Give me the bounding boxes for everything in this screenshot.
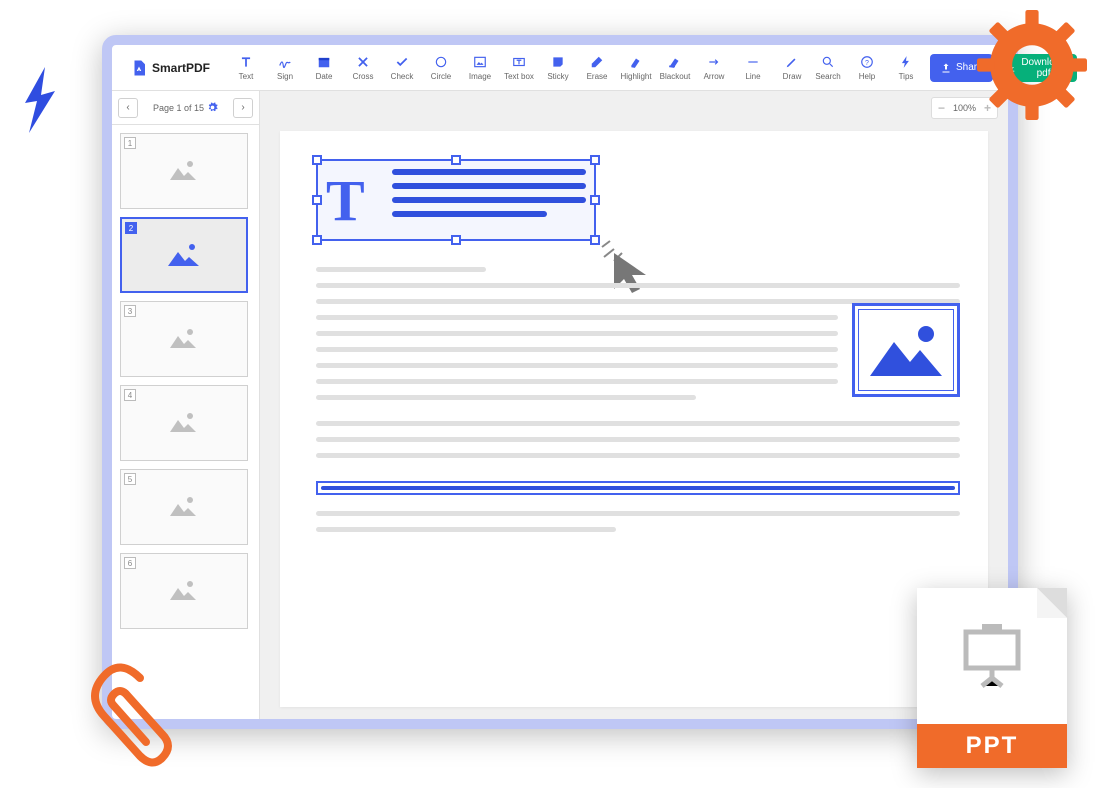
tool-highlight[interactable]: Highlight bbox=[618, 49, 654, 87]
resize-handle[interactable] bbox=[312, 155, 322, 165]
sign-icon bbox=[277, 54, 293, 70]
tool-textbox[interactable]: Text box bbox=[501, 49, 537, 87]
text-icon bbox=[238, 54, 254, 70]
page-nav: ‹ Page 1 of 15 › bbox=[112, 91, 259, 125]
selected-text-element[interactable]: T bbox=[316, 159, 596, 241]
pencil-icon bbox=[784, 54, 800, 70]
search-icon bbox=[820, 54, 836, 70]
tool-check[interactable]: Check bbox=[384, 49, 420, 87]
tool-erase[interactable]: Erase bbox=[579, 49, 615, 87]
tool-tips[interactable]: Tips bbox=[888, 49, 924, 87]
top-toolbar: SmartPDF Text Sign Date Cross Check Circ… bbox=[112, 45, 1008, 91]
resize-handle[interactable] bbox=[312, 235, 322, 245]
image-placeholder-icon bbox=[166, 578, 202, 604]
tool-blackout[interactable]: Blackout bbox=[657, 49, 693, 87]
thumb-5[interactable]: 5 bbox=[120, 469, 248, 545]
share-icon bbox=[940, 62, 952, 74]
tool-image[interactable]: Image bbox=[462, 49, 498, 87]
textbox-icon bbox=[511, 54, 527, 70]
thumb-1[interactable]: 1 bbox=[120, 133, 248, 209]
document-page[interactable]: T bbox=[280, 131, 988, 707]
content-area: ‹ Page 1 of 15 › 1 2 3 4 5 6 − 100% + bbox=[112, 91, 1008, 719]
presentation-icon bbox=[952, 614, 1032, 694]
tips-icon bbox=[898, 54, 914, 70]
brand: SmartPDF bbox=[120, 59, 220, 77]
app-window: SmartPDF Text Sign Date Cross Check Circ… bbox=[102, 35, 1018, 729]
brand-icon bbox=[130, 59, 148, 77]
help-tools: Search ?Help Tips bbox=[810, 49, 924, 87]
brand-text: SmartPDF bbox=[152, 61, 210, 75]
check-icon bbox=[394, 54, 410, 70]
image-placeholder-icon bbox=[166, 158, 202, 184]
help-icon: ? bbox=[859, 54, 875, 70]
tool-search[interactable]: Search bbox=[810, 49, 846, 87]
cross-icon bbox=[355, 54, 371, 70]
image-icon bbox=[472, 54, 488, 70]
zoom-out-button[interactable]: − bbox=[938, 101, 945, 115]
image-placeholder-icon bbox=[166, 494, 202, 520]
text-glyph-icon: T bbox=[326, 167, 365, 234]
sticky-icon bbox=[550, 54, 566, 70]
tool-help[interactable]: ?Help bbox=[849, 49, 885, 87]
blackout-icon bbox=[667, 54, 683, 70]
cursor-icon bbox=[600, 239, 660, 299]
tool-text[interactable]: Text bbox=[228, 49, 264, 87]
page-indicator: Page 1 of 15 bbox=[153, 102, 218, 113]
calendar-icon bbox=[316, 54, 332, 70]
next-page-button[interactable]: › bbox=[233, 98, 253, 118]
selected-line-element[interactable] bbox=[316, 481, 960, 495]
selected-image-element[interactable] bbox=[852, 303, 960, 397]
tool-date[interactable]: Date bbox=[306, 49, 342, 87]
tool-sticky[interactable]: Sticky bbox=[540, 49, 576, 87]
circle-icon bbox=[433, 54, 449, 70]
tool-arrow[interactable]: Arrow bbox=[696, 49, 732, 87]
tool-line[interactable]: Line bbox=[735, 49, 771, 87]
image-placeholder-icon bbox=[166, 326, 202, 352]
zoom-value: 100% bbox=[953, 103, 976, 113]
prev-page-button[interactable]: ‹ bbox=[118, 98, 138, 118]
tool-cross[interactable]: Cross bbox=[345, 49, 381, 87]
highlight-icon bbox=[628, 54, 644, 70]
arrow-icon bbox=[706, 54, 722, 70]
paperclip-icon bbox=[80, 658, 180, 778]
line-icon bbox=[745, 54, 761, 70]
bolt-icon bbox=[15, 65, 65, 135]
ppt-file-badge: PPT bbox=[917, 588, 1067, 768]
thumb-2[interactable]: 2 bbox=[120, 217, 248, 293]
settings-icon[interactable] bbox=[207, 102, 218, 113]
tool-circle[interactable]: Circle bbox=[423, 49, 459, 87]
resize-handle[interactable] bbox=[312, 195, 322, 205]
image-placeholder-icon bbox=[166, 410, 202, 436]
canvas-area: − 100% + T bbox=[260, 91, 1008, 719]
resize-handle[interactable] bbox=[590, 235, 600, 245]
thumb-3[interactable]: 3 bbox=[120, 301, 248, 377]
erase-icon bbox=[589, 54, 605, 70]
tool-sign[interactable]: Sign bbox=[267, 49, 303, 87]
page-thumbnails: 1 2 3 4 5 6 bbox=[112, 125, 259, 719]
image-placeholder-icon bbox=[164, 240, 204, 270]
sidebar: ‹ Page 1 of 15 › 1 2 3 4 5 6 bbox=[112, 91, 260, 719]
resize-handle[interactable] bbox=[590, 195, 600, 205]
resize-handle[interactable] bbox=[590, 155, 600, 165]
annotation-tools: Text Sign Date Cross Check Circle Image … bbox=[228, 49, 810, 87]
ppt-label: PPT bbox=[917, 724, 1067, 768]
svg-text:?: ? bbox=[865, 60, 869, 67]
tool-draw[interactable]: Draw bbox=[774, 49, 810, 87]
image-placeholder-icon bbox=[866, 318, 946, 382]
resize-handle[interactable] bbox=[451, 235, 461, 245]
thumb-4[interactable]: 4 bbox=[120, 385, 248, 461]
gear-icon bbox=[977, 10, 1087, 120]
resize-handle[interactable] bbox=[451, 155, 461, 165]
thumb-6[interactable]: 6 bbox=[120, 553, 248, 629]
